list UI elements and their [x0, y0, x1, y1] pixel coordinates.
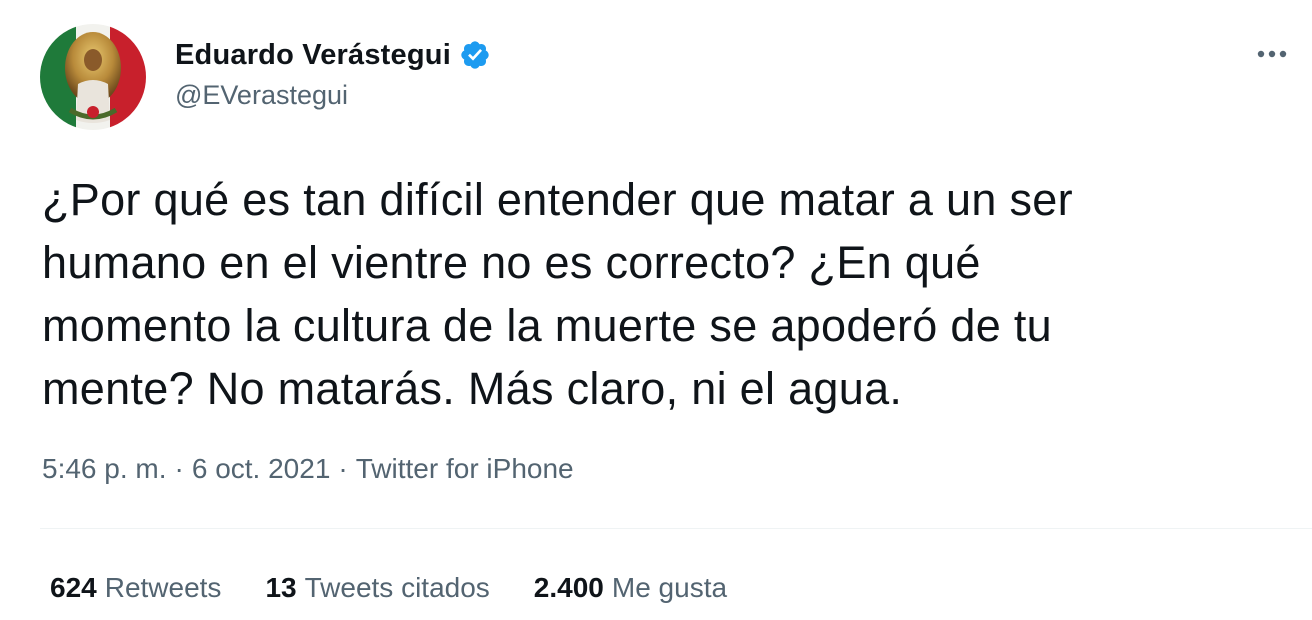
- verified-badge-icon: [459, 39, 491, 71]
- tweet-time[interactable]: 5:46 p. m.: [42, 453, 167, 485]
- quote-tweets-count: 13: [265, 572, 297, 603]
- author-block: Eduardo Verástegui @EVerastegui: [175, 36, 491, 111]
- author-name-row: Eduardo Verástegui: [175, 36, 491, 74]
- more-options-icon[interactable]: [1254, 40, 1290, 68]
- likes-count: 2.400: [533, 572, 604, 603]
- tweet-date[interactable]: 6 oct. 2021: [192, 453, 331, 485]
- quote-tweets-stat[interactable]: 13 Tweets citados: [265, 572, 489, 604]
- tweet-text: ¿Por qué es tan difícil entender que mat…: [42, 174, 1073, 414]
- tweet-stats: 624 Retweets 13 Tweets citados 2.400 Me …: [50, 572, 771, 604]
- tweet-source[interactable]: Twitter for iPhone: [356, 453, 574, 485]
- meta-separator: ·: [174, 453, 184, 484]
- likes-stat[interactable]: 2.400 Me gusta: [534, 572, 727, 604]
- retweets-count: 624: [50, 572, 97, 603]
- divider: [40, 528, 1312, 529]
- avatar[interactable]: [40, 24, 146, 130]
- tweet-card: Eduardo Verástegui @EVerastegui ¿Por qué…: [0, 0, 1312, 620]
- quote-tweets-label: Tweets citados: [304, 572, 490, 603]
- meta-separator: ·: [338, 453, 348, 484]
- tweet-meta: 5:46 p. m. · 6 oct. 2021 · Twitter for i…: [42, 453, 574, 485]
- retweets-label: Retweets: [104, 572, 222, 603]
- retweets-stat[interactable]: 624 Retweets: [50, 572, 221, 604]
- author-handle[interactable]: @EVerastegui: [175, 80, 491, 111]
- author-display-name[interactable]: Eduardo Verástegui: [175, 39, 451, 72]
- avatar-image: [40, 24, 146, 130]
- likes-label: Me gusta: [611, 572, 728, 603]
